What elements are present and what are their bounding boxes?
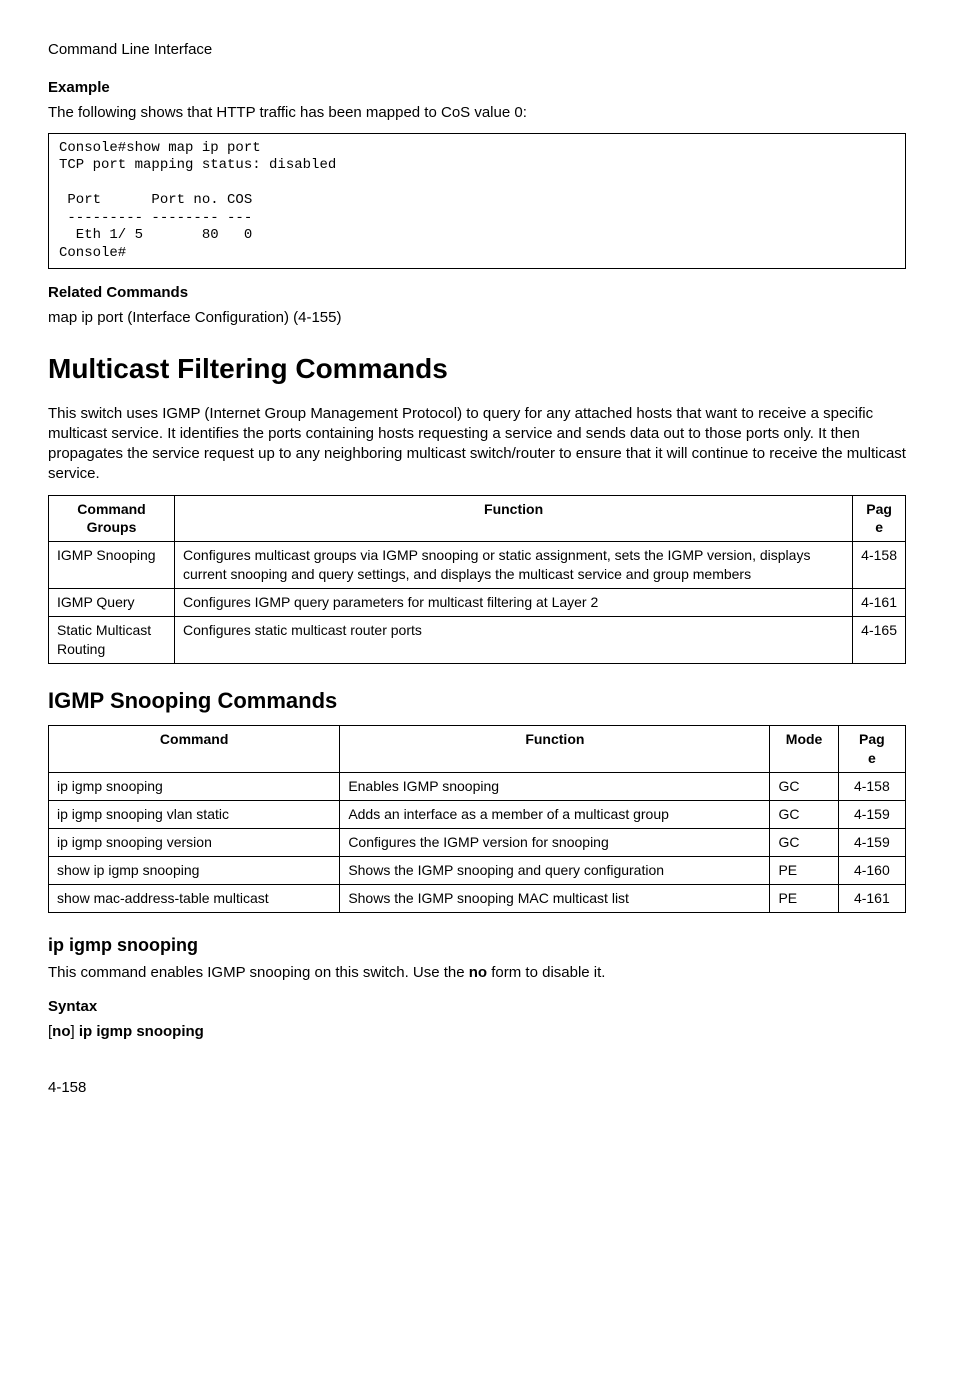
- desc-bold-no: no: [469, 964, 487, 981]
- snooping-heading: IGMP Snooping Commands: [48, 686, 906, 716]
- cell-page: 4-159: [838, 801, 905, 829]
- page-number: 4-158: [48, 1078, 906, 1098]
- cell-mode: PE: [770, 856, 838, 884]
- col-command: Command: [49, 726, 340, 773]
- table-row: ip igmp snooping version Configures the …: [49, 829, 906, 857]
- table-row: show mac-address-table multicast Shows t…: [49, 884, 906, 912]
- cell-function: Configures multicast groups via IGMP sno…: [175, 542, 853, 589]
- cell-mode: GC: [770, 829, 838, 857]
- col-function: Function: [340, 726, 770, 773]
- cell-function: Configures the IGMP version for snooping: [340, 829, 770, 857]
- table-row: IGMP Query Configures IGMP query paramet…: [49, 589, 906, 617]
- table-header-row: Command Function Mode Pag e: [49, 726, 906, 773]
- syntax-line: [no] ip igmp snooping: [48, 1022, 906, 1042]
- cell-mode: GC: [770, 801, 838, 829]
- cell-function: Configures IGMP query parameters for mul…: [175, 589, 853, 617]
- cell-function: Shows the IGMP snooping and query config…: [340, 856, 770, 884]
- cell-function: Configures static multicast router ports: [175, 617, 853, 664]
- table-row: ip igmp snooping Enables IGMP snooping G…: [49, 773, 906, 801]
- cell-page: 4-158: [853, 542, 906, 589]
- cell-function: Shows the IGMP snooping MAC multicast li…: [340, 884, 770, 912]
- syntax-close-bracket: ]: [71, 1023, 79, 1040]
- multicast-heading: Multicast Filtering Commands: [48, 350, 906, 388]
- ip-igmp-snooping-heading: ip igmp snooping: [48, 933, 906, 957]
- col-page: Pag e: [853, 495, 906, 542]
- running-header: Command Line Interface: [48, 40, 906, 60]
- cell-command-group: Static Multicast Routing: [49, 617, 175, 664]
- cell-mode: GC: [770, 773, 838, 801]
- cell-command: show mac-address-table multicast: [49, 884, 340, 912]
- cell-page: 4-161: [838, 884, 905, 912]
- col-page: Pag e: [838, 726, 905, 773]
- related-commands-label: Related Commands: [48, 283, 906, 303]
- command-groups-table: Command Groups Function Pag e IGMP Snoop…: [48, 495, 906, 664]
- table-row: Static Multicast Routing Configures stat…: [49, 617, 906, 664]
- example-label: Example: [48, 78, 906, 98]
- cell-function: Enables IGMP snooping: [340, 773, 770, 801]
- table-row: show ip igmp snooping Shows the IGMP sno…: [49, 856, 906, 884]
- example-text: The following shows that HTTP traffic ha…: [48, 103, 906, 123]
- cell-mode: PE: [770, 884, 838, 912]
- related-commands-text: map ip port (Interface Configuration) (4…: [48, 308, 906, 328]
- cell-page: 4-161: [853, 589, 906, 617]
- col-function: Function: [175, 495, 853, 542]
- cell-function: Adds an interface as a member of a multi…: [340, 801, 770, 829]
- syntax-command: ip igmp snooping: [79, 1023, 204, 1040]
- cell-command-group: IGMP Query: [49, 589, 175, 617]
- cell-command: ip igmp snooping version: [49, 829, 340, 857]
- desc-suffix: form to disable it.: [487, 964, 605, 981]
- snooping-commands-table: Command Function Mode Pag e ip igmp snoo…: [48, 725, 906, 912]
- syntax-no: no: [52, 1023, 70, 1040]
- cell-command: ip igmp snooping: [49, 773, 340, 801]
- example-code-block: Console#show map ip port TCP port mappin…: [48, 133, 906, 270]
- table-row: ip igmp snooping vlan static Adds an int…: [49, 801, 906, 829]
- desc-prefix: This command enables IGMP snooping on th…: [48, 964, 469, 981]
- cell-page: 4-165: [853, 617, 906, 664]
- cell-command: show ip igmp snooping: [49, 856, 340, 884]
- cell-page: 4-160: [838, 856, 905, 884]
- syntax-label: Syntax: [48, 997, 906, 1017]
- cell-page: 4-158: [838, 773, 905, 801]
- col-mode: Mode: [770, 726, 838, 773]
- cell-page: 4-159: [838, 829, 905, 857]
- col-command-groups: Command Groups: [49, 495, 175, 542]
- table-row: IGMP Snooping Configures multicast group…: [49, 542, 906, 589]
- multicast-intro: This switch uses IGMP (Internet Group Ma…: [48, 404, 906, 485]
- cell-command-group: IGMP Snooping: [49, 542, 175, 589]
- cell-command: ip igmp snooping vlan static: [49, 801, 340, 829]
- table-header-row: Command Groups Function Pag e: [49, 495, 906, 542]
- ip-igmp-snooping-desc: This command enables IGMP snooping on th…: [48, 963, 906, 983]
